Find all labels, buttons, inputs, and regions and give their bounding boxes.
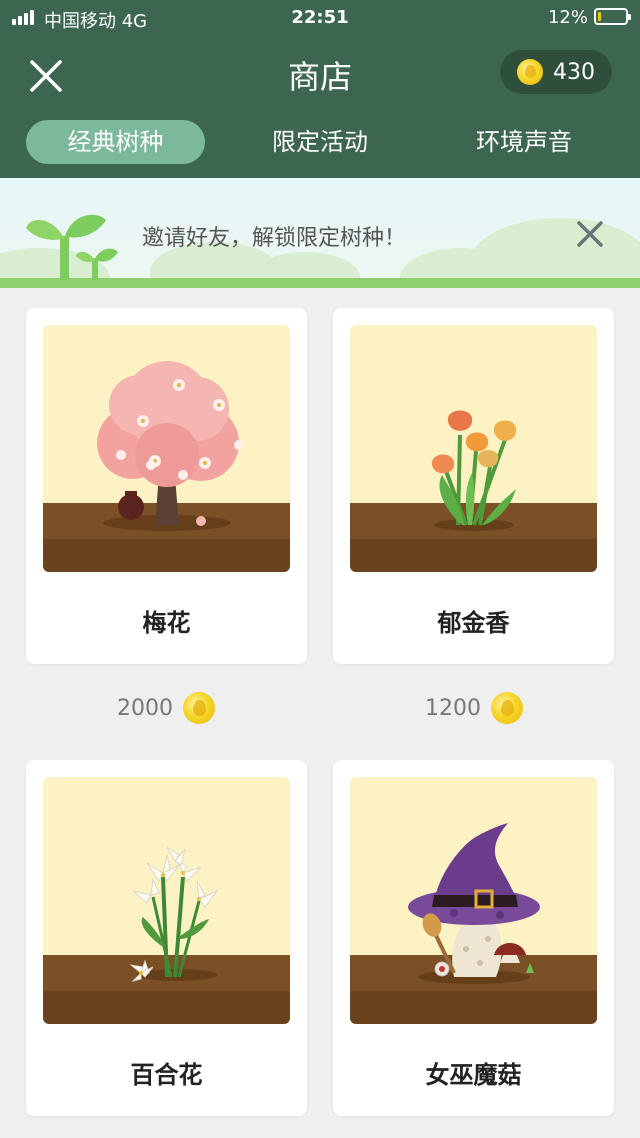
tab-classic-trees[interactable]: 经典树种 — [26, 120, 205, 164]
item-name: 梅花 — [142, 609, 191, 637]
plum-blossom-tree-image — [43, 325, 290, 572]
item-name: 郁金香 — [437, 609, 510, 637]
tulips-image — [350, 325, 597, 572]
coin-icon — [491, 692, 523, 724]
tab-ambient-sounds[interactable]: 环境声音 — [432, 120, 616, 164]
battery-percent: 12% — [547, 7, 588, 28]
shop-item-card[interactable]: 梅花 — [26, 308, 307, 664]
shop-item-card[interactable]: 郁金香 — [333, 308, 614, 664]
invite-banner-text: 邀请好友，解锁限定树种！ — [142, 226, 407, 251]
shop-item-card[interactable]: 百合花 — [26, 760, 307, 1116]
sprout-icon — [26, 214, 118, 280]
item-price: 1200 — [425, 688, 523, 728]
tab-limited-events[interactable]: 限定活动 — [230, 120, 410, 164]
status-bar: 中国移动 4G 22:51 12% — [0, 0, 640, 36]
coin-balance: 430 — [500, 50, 612, 94]
close-icon[interactable] — [574, 218, 606, 250]
witch-mushroom-image — [350, 777, 597, 1024]
coin-icon — [517, 59, 543, 85]
shop-item-card[interactable]: 女巫魔菇 — [333, 760, 614, 1116]
price-value: 1200 — [425, 695, 481, 721]
item-name: 百合花 — [130, 1061, 203, 1089]
lilies-image — [43, 777, 290, 1024]
coin-balance-value: 430 — [553, 59, 595, 85]
clock: 22:51 — [291, 7, 349, 28]
item-name: 女巫魔菇 — [425, 1061, 522, 1089]
tab-bar: 经典树种 限定活动 环境声音 — [0, 120, 640, 166]
price-value: 2000 — [117, 695, 173, 721]
coin-icon — [183, 692, 215, 724]
battery-icon — [594, 8, 631, 25]
shop-header: 商店 430 经典树种 限定活动 环境声音 — [0, 36, 640, 178]
item-price: 2000 — [117, 688, 215, 728]
invite-banner[interactable]: 邀请好友，解锁限定树种！ — [0, 178, 640, 288]
